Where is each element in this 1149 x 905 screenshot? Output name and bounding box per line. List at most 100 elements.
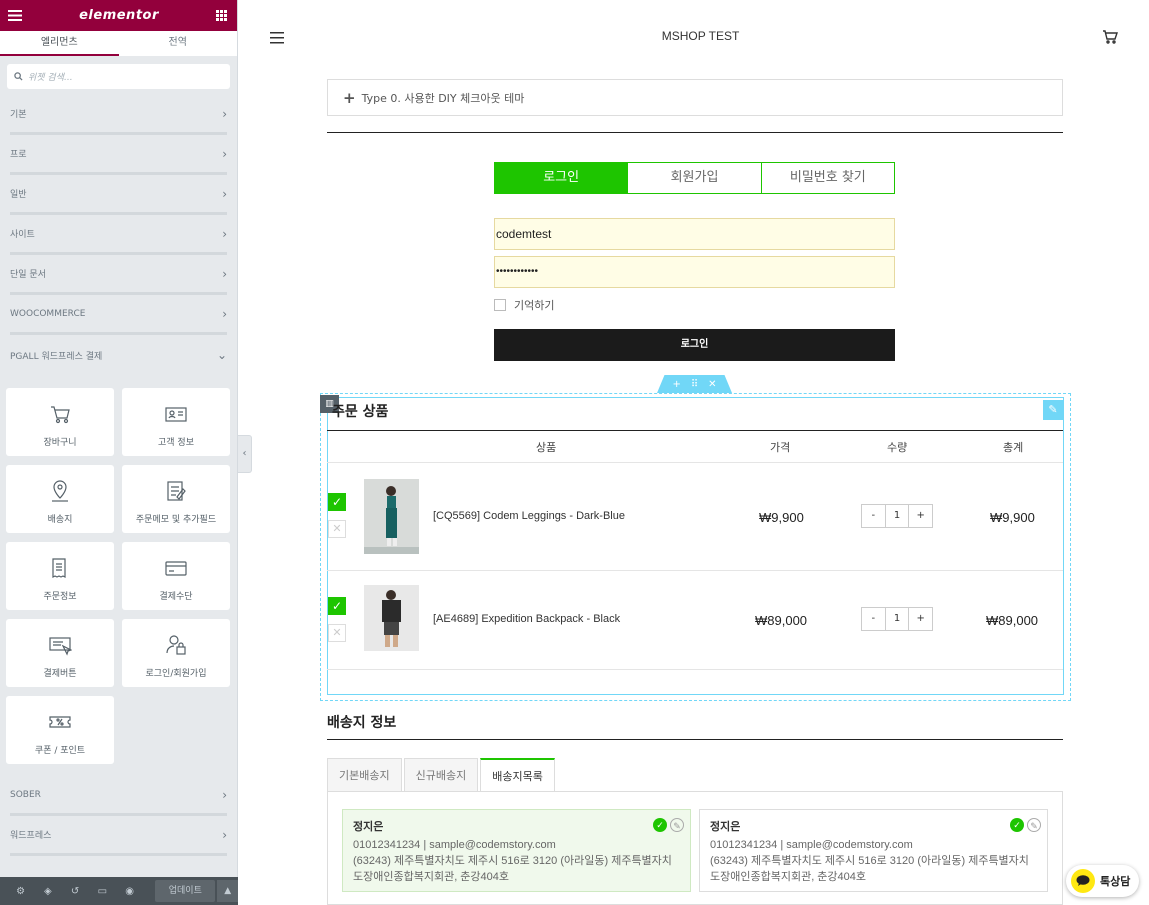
check-circle-icon[interactable]: ✓: [653, 818, 667, 832]
user-lock-icon: [166, 635, 186, 655]
category-pro[interactable]: 프로 ›: [10, 135, 227, 175]
section-edit-handle[interactable]: + ⠿ ✕: [657, 375, 732, 393]
category-pgall[interactable]: PGALL 워드프레스 결제 ⌄: [10, 335, 227, 375]
qty-value[interactable]: 1: [884, 505, 910, 527]
item-remove-icon[interactable]: ✕: [328, 520, 346, 538]
cart-icon[interactable]: [1102, 29, 1118, 44]
address-card[interactable]: ✓ ✎ 정지은 01012341234 | sample@codemstory.…: [699, 809, 1048, 892]
widget-shipping[interactable]: 배송지: [6, 465, 114, 533]
quantity-stepper[interactable]: - 1 +: [861, 504, 933, 528]
elementor-panel: elementor 엘리먼츠 전역 위젯 검색... 기본 › 프로 › 일반 › 사…: [0, 0, 239, 905]
preview-eye-icon[interactable]: ◉: [116, 886, 143, 897]
login-button[interactable]: 로그인: [494, 329, 895, 361]
username-field[interactable]: codemtest: [494, 218, 895, 250]
search-icon: [14, 72, 23, 81]
address-name: 정지은: [710, 821, 741, 833]
widget-coupon-point[interactable]: 쿠폰 / 포인트: [6, 696, 114, 764]
pay-button-icon: [49, 637, 72, 656]
chat-consult-button[interactable]: 톡상담: [1066, 865, 1139, 897]
chat-bubble-icon: [1071, 869, 1095, 893]
layers-icon[interactable]: ◈: [34, 886, 61, 897]
widget-customer-info[interactable]: 고객 정보: [122, 388, 230, 456]
chevron-right-icon: ›: [222, 306, 227, 321]
responsive-icon[interactable]: ▭: [89, 886, 116, 897]
category-sober[interactable]: SOBER ›: [10, 776, 227, 816]
category-single[interactable]: 단일 문서 ›: [10, 255, 227, 295]
col-price: 가격: [770, 441, 791, 454]
pencil-icon[interactable]: ✎: [1043, 400, 1063, 420]
edit-icon[interactable]: ✎: [670, 818, 684, 832]
item-select-checkbox[interactable]: ✓: [328, 493, 346, 511]
qty-plus-button[interactable]: +: [909, 505, 932, 527]
category-label: 프로: [10, 150, 27, 160]
edit-icon[interactable]: ✎: [1027, 818, 1041, 832]
item-price: ₩9,900: [759, 510, 804, 525]
widget-search-input[interactable]: 위젯 검색...: [7, 64, 230, 89]
remember-me[interactable]: 기억하기: [494, 297, 554, 313]
widget-label: 장바구니: [43, 438, 77, 448]
item-remove-icon[interactable]: ✕: [328, 624, 346, 642]
widget-payment-method[interactable]: 결제수단: [122, 542, 230, 610]
item-total: ₩9,900: [990, 510, 1035, 525]
tab-register[interactable]: 회원가입: [627, 163, 760, 193]
chevron-right-icon: ›: [222, 827, 227, 842]
tab-default-address[interactable]: 기본배송지: [327, 758, 402, 791]
panel-collapse-handle[interactable]: ‹: [238, 435, 252, 473]
category-general[interactable]: 일반 ›: [10, 175, 227, 215]
widget-cart[interactable]: 장바구니: [6, 388, 114, 456]
chevron-right-icon: ›: [222, 146, 227, 161]
site-title[interactable]: MSHOP TEST: [252, 29, 1149, 43]
qty-value[interactable]: 1: [884, 608, 910, 630]
order-title: 주문 상품: [332, 404, 389, 420]
widget-login-register[interactable]: 로그인/회원가입: [122, 619, 230, 687]
category-woocommerce[interactable]: WOOCOMMERCE ›: [10, 295, 227, 335]
check-circle-icon[interactable]: ✓: [1010, 818, 1024, 832]
tab-address-list[interactable]: 배송지목록: [480, 758, 555, 791]
settings-icon[interactable]: ⚙: [7, 886, 34, 897]
history-icon[interactable]: ↺: [62, 886, 89, 897]
cart-icon: [51, 406, 70, 424]
divider: [327, 739, 1063, 740]
caret-up-icon[interactable]: ▲: [217, 880, 239, 902]
item-select-checkbox[interactable]: ✓: [328, 597, 346, 615]
grid-icon[interactable]: [215, 10, 227, 21]
widget-pay-button[interactable]: 결제버튼: [6, 619, 114, 687]
password-field[interactable]: ••••••••••••: [494, 256, 895, 288]
widget-label: 결제버튼: [43, 669, 77, 679]
plus-icon: +: [343, 88, 356, 107]
item-name: [CQ5569] Codem Leggings - Dark-Blue: [433, 510, 625, 522]
add-icon[interactable]: +: [672, 379, 680, 390]
quantity-stepper[interactable]: - 1 +: [861, 607, 933, 631]
remember-checkbox[interactable]: [494, 299, 506, 311]
menu-icon[interactable]: [8, 10, 22, 21]
add-section-bar[interactable]: + Type 0. 사용한 DIY 체크아웃 테마: [327, 79, 1063, 116]
credit-card-icon: [165, 561, 187, 576]
tab-global[interactable]: 전역: [119, 31, 238, 56]
tab-elements[interactable]: 엘리먼츠: [0, 31, 119, 56]
widget-order-info[interactable]: 주문정보: [6, 542, 114, 610]
category-basic[interactable]: 기본 ›: [10, 95, 227, 135]
id-card-icon: [165, 407, 187, 422]
category-label: SOBER: [10, 789, 41, 800]
qty-minus-button[interactable]: -: [862, 505, 885, 527]
memo-icon: [167, 481, 186, 501]
category-site[interactable]: 사이트 ›: [10, 215, 227, 255]
tab-login[interactable]: 로그인: [495, 163, 628, 193]
coupon-icon: [49, 716, 71, 728]
drag-icon[interactable]: ⠿: [691, 379, 698, 390]
panel-tabs: 엘리먼츠 전역: [0, 31, 237, 57]
update-button[interactable]: 업데이트: [155, 880, 216, 902]
map-pin-icon: [52, 480, 68, 502]
category-wordpress[interactable]: 워드프레스 ›: [10, 816, 227, 856]
close-icon[interactable]: ✕: [708, 379, 716, 390]
widget-label: 배송지: [47, 515, 73, 525]
qty-minus-button[interactable]: -: [862, 608, 885, 630]
tab-new-address[interactable]: 신규배송지: [403, 758, 479, 791]
address-card[interactable]: ✓ ✎ 정지은 01012341234 | sample@codemstory.…: [342, 809, 691, 892]
tab-find-password[interactable]: 비밀번호 찾기: [760, 163, 894, 193]
category-label: WOOCOMMERCE: [10, 308, 86, 319]
category-label: 기본: [10, 110, 27, 120]
widget-order-memo[interactable]: 주문메모 및 추가필드: [122, 465, 230, 533]
divider: [327, 132, 1063, 133]
qty-plus-button[interactable]: +: [909, 608, 932, 630]
